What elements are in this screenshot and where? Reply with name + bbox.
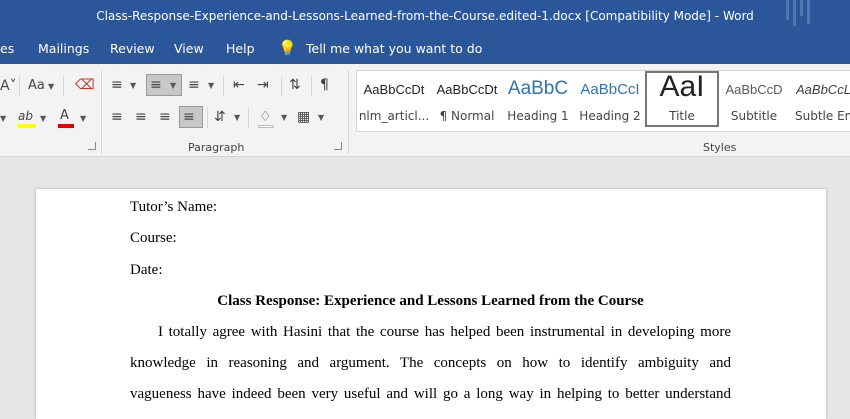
tab-mailings[interactable]: Mailings xyxy=(38,33,89,64)
title-decoration xyxy=(793,0,796,26)
increase-indent-icon[interactable]: ⇥ xyxy=(257,77,269,93)
style-name: Heading 2 xyxy=(579,109,641,123)
style-heading-2[interactable]: AaBbCcI Heading 2 xyxy=(572,72,648,126)
style-name: Subtitle xyxy=(730,109,778,123)
center-icon[interactable]: ≡ xyxy=(135,109,147,125)
numbering-icon[interactable]: ≡ xyxy=(150,77,162,93)
font-dialog-launcher-icon[interactable] xyxy=(88,142,96,150)
chevron-down-icon[interactable]: ▼ xyxy=(170,81,176,90)
font-size-down-icon[interactable]: A˅ xyxy=(0,78,17,94)
font-color-bar xyxy=(58,124,74,128)
tab-help[interactable]: Help xyxy=(226,33,255,64)
style-normal[interactable]: AaBbCcDt ¶ Normal xyxy=(429,72,505,126)
separator xyxy=(348,70,349,154)
chevron-down-icon[interactable]: ▼ xyxy=(318,113,324,122)
style-preview: AaBbCcDt xyxy=(436,82,498,97)
tab-references[interactable]: es xyxy=(0,33,14,64)
change-case-icon[interactable]: Aa xyxy=(28,78,45,94)
style-subtitle[interactable]: AaBbCcD Subtitle xyxy=(716,72,792,126)
separator xyxy=(248,108,249,128)
style-name: Title xyxy=(669,109,695,123)
chevron-down-icon[interactable]: ▼ xyxy=(234,113,240,122)
separator xyxy=(207,108,208,128)
style-preview: AaBbCcDt xyxy=(363,82,425,97)
style-name: Heading 1 xyxy=(507,109,569,123)
style-preview: AaBbCcD xyxy=(725,82,783,97)
paragraph-line: vagueness have indeed been very useful a… xyxy=(130,386,731,402)
style-preview: AaI xyxy=(659,70,705,103)
multilevel-list-icon[interactable]: ≡ xyxy=(188,77,200,93)
chevron-down-icon[interactable]: ▼ xyxy=(80,114,86,123)
style-nlm-article[interactable]: AaBbCcDt nlm_articl... xyxy=(356,72,432,126)
style-preview: AaBbCcI xyxy=(580,81,640,98)
align-right-icon[interactable]: ≡ xyxy=(159,109,171,125)
style-heading-1[interactable]: AaBbC Heading 1 xyxy=(500,72,576,126)
chevron-down-icon[interactable]: ▼ xyxy=(130,81,136,90)
separator xyxy=(101,70,102,154)
chevron-down-icon[interactable]: ▼ xyxy=(0,114,6,123)
sort-icon[interactable]: ⇅ xyxy=(289,77,301,93)
style-name: Subtle Em... xyxy=(795,109,850,123)
title-decoration xyxy=(800,0,803,16)
date-label: Date: xyxy=(130,262,163,278)
style-subtle-emphasis[interactable]: AaBbCcL Subtle Em... xyxy=(790,72,850,126)
chevron-down-icon[interactable]: ▼ xyxy=(281,113,287,122)
chevron-down-icon[interactable]: ▼ xyxy=(208,81,214,90)
tab-review[interactable]: Review xyxy=(110,33,155,64)
chevron-down-icon[interactable]: ▼ xyxy=(48,82,54,91)
style-preview: AaBbCcL xyxy=(796,82,850,97)
paragraph-group-label: Paragraph xyxy=(188,141,245,154)
separator xyxy=(311,76,312,96)
lightbulb-icon[interactable]: 💡 xyxy=(278,33,297,64)
borders-icon[interactable]: ▦ xyxy=(297,109,310,125)
separator xyxy=(223,76,224,96)
style-preview: AaBbC xyxy=(507,78,569,99)
separator xyxy=(281,76,282,96)
window-title: Class-Response-Experience-and-Lessons-Le… xyxy=(96,9,754,23)
separator xyxy=(63,76,64,96)
separator xyxy=(19,76,20,96)
document-page[interactable]: Tutor’s Name: Course: Date: Class Respon… xyxy=(36,189,826,419)
clear-formatting-icon[interactable]: ⌫ xyxy=(75,77,95,93)
decrease-indent-icon[interactable]: ⇤ xyxy=(233,77,245,93)
ribbon: A˅ Aa ▼ ⌫ ▼ ab ▼ A ▼ ≡ ▼ ≡ ▼ ≡ ▼ ⇤ ⇥ ⇅ ¶… xyxy=(0,64,850,157)
shading-icon[interactable]: ♢ xyxy=(259,109,272,125)
style-name: nlm_articl... xyxy=(358,109,430,123)
chevron-down-icon[interactable]: ▼ xyxy=(40,114,46,123)
document-heading: Class Response: Experience and Lessons L… xyxy=(217,293,644,309)
highlight-color-bar xyxy=(18,124,36,128)
justify-icon[interactable]: ≡ xyxy=(183,109,195,125)
bullets-icon[interactable]: ≡ xyxy=(111,77,123,93)
line-spacing-icon[interactable]: ⇵ xyxy=(214,109,226,125)
ribbon-tabs: es Mailings Review View Help 💡 Tell me w… xyxy=(0,33,850,64)
tutor-name-label: Tutor’s Name: xyxy=(130,199,218,215)
title-bar: Class-Response-Experience-and-Lessons-Le… xyxy=(0,0,850,33)
paragraph-dialog-launcher-icon[interactable] xyxy=(334,142,342,150)
show-paragraph-marks-icon[interactable]: ¶ xyxy=(320,77,329,93)
paragraph-line: I totally agree with Hasini that the cou… xyxy=(158,324,731,340)
font-color-icon[interactable]: A xyxy=(60,108,69,124)
align-left-icon[interactable]: ≡ xyxy=(111,109,123,125)
style-name: ¶ Normal xyxy=(439,109,495,123)
course-label: Course: xyxy=(130,230,177,246)
styles-group-label: Styles xyxy=(703,141,737,154)
title-decoration xyxy=(786,0,789,20)
title-decoration xyxy=(807,0,810,24)
paragraph-line: knowledge in reasoning and argument. The… xyxy=(130,355,731,371)
highlight-icon[interactable]: ab xyxy=(18,108,33,124)
tell-me-search[interactable]: Tell me what you want to do xyxy=(306,33,482,64)
shading-color-bar xyxy=(258,125,274,128)
tab-view[interactable]: View xyxy=(174,33,204,64)
style-title[interactable]: AaI Title xyxy=(645,70,719,127)
document-area: Tutor’s Name: Course: Date: Class Respon… xyxy=(0,157,850,419)
